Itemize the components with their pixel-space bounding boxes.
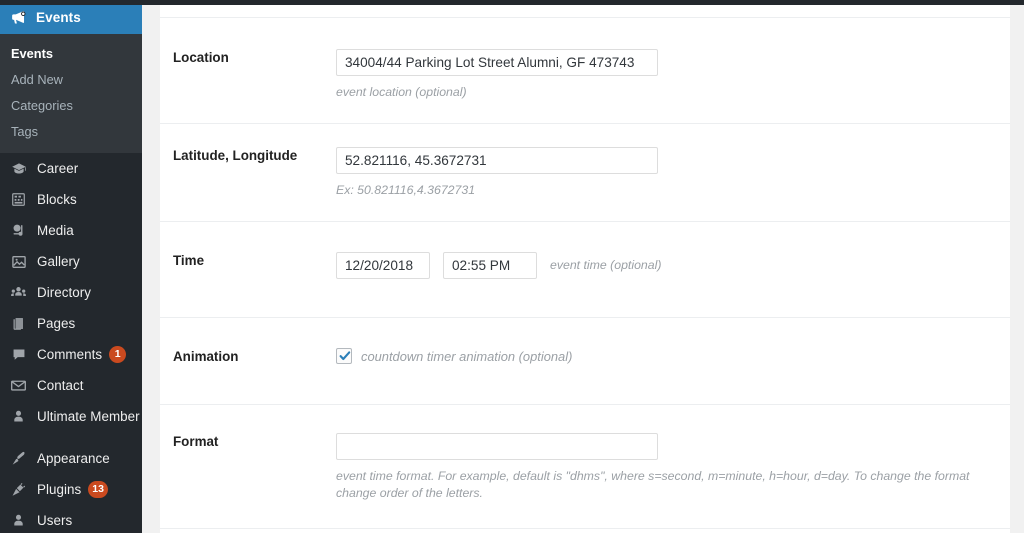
sidebar-item-label: Events (36, 9, 81, 25)
media-icon (9, 221, 28, 240)
megaphone-icon (9, 8, 28, 27)
graduation-cap-icon (9, 159, 28, 178)
animation-label: Animation (173, 349, 239, 364)
envelope-icon (9, 376, 28, 395)
sidebar-item-label: Gallery (37, 254, 80, 269)
wp-admin-screen: Events Events Add New Categories Tags Ca… (0, 0, 1024, 533)
directory-users-icon (9, 283, 28, 302)
submenu-item-label: Categories (11, 97, 73, 113)
format-field-wrap: event time format. For example, default … (336, 433, 1010, 502)
user-icon (9, 511, 28, 530)
paintbrush-icon (9, 449, 28, 468)
animation-field-wrap: countdown timer animation (optional) (336, 348, 1010, 364)
plugins-count-badge: 13 (88, 481, 108, 498)
location-field-wrap: event location (optional) (336, 49, 1010, 101)
latlng-input[interactable] (336, 147, 658, 174)
field-row-time: Time event time (optional) (160, 222, 1010, 317)
submenu-item-label: Events (11, 45, 53, 61)
sidebar-item-label: Ultimate Member (37, 409, 140, 424)
sidebar-item-label: Appearance (37, 451, 110, 466)
latlng-field-wrap: Ex: 50.821116,4.3672731 (336, 147, 1010, 199)
user-icon (9, 407, 28, 426)
sidebar-item-label: Users (37, 513, 73, 528)
time-label: Time (173, 253, 205, 268)
plug-icon (9, 480, 28, 499)
sidebar-item-label: Directory (37, 285, 92, 300)
blocks-icon (9, 190, 28, 209)
row-divider (160, 528, 1010, 529)
field-row-latlng: Latitude, Longitude Ex: 50.821116,4.3672… (160, 124, 1010, 221)
gallery-image-icon (9, 252, 28, 271)
pages-icon (9, 314, 28, 333)
event-settings-panel: Location event location (optional) Latit… (160, 0, 1010, 533)
countdown-animation-label: countdown timer animation (optional) (361, 348, 573, 364)
field-row-animation: Animation countdown timer animation (opt… (160, 318, 1010, 404)
sidebar-item-label: Contact (37, 378, 84, 393)
submenu-item-categories[interactable]: Categories (0, 92, 142, 118)
page-right-margin (1010, 0, 1024, 533)
sidebar-item-plugins[interactable]: Plugins 13 (0, 474, 142, 505)
sidebar-item-directory[interactable]: Directory (0, 277, 142, 308)
location-hint: event location (optional) (336, 85, 467, 99)
submenu-item-label: Add New (11, 71, 63, 87)
sidebar-item-users[interactable]: Users (0, 505, 142, 533)
admin-sidebar: Events Events Add New Categories Tags Ca… (0, 0, 142, 533)
format-label: Format (173, 434, 219, 449)
sidebar-item-career[interactable]: Career (0, 153, 142, 184)
sidebar-content-gutter (142, 0, 160, 533)
format-input[interactable] (336, 433, 658, 460)
time-field-wrap: event time (optional) (336, 252, 1010, 279)
sidebar-item-contact[interactable]: Contact (0, 370, 142, 401)
field-row-location: Location event location (optional) (160, 18, 1010, 123)
sidebar-item-media[interactable]: Media (0, 215, 142, 246)
admin-bar-strip (0, 0, 1024, 5)
field-row-format: Format event time format. For example, d… (160, 405, 1010, 528)
submenu-item-label: Tags (11, 123, 39, 139)
submenu-item-tags[interactable]: Tags (0, 118, 142, 144)
event-date-input[interactable] (336, 252, 430, 279)
sidebar-item-blocks[interactable]: Blocks (0, 184, 142, 215)
format-hint: event time format. For example, default … (336, 469, 970, 500)
sidebar-item-gallery[interactable]: Gallery (0, 246, 142, 277)
sidebar-item-events[interactable]: Events (0, 0, 142, 34)
sidebar-item-label: Plugins (37, 482, 82, 497)
event-time-input[interactable] (443, 252, 537, 279)
sidebar-item-ultimate-member[interactable]: Ultimate Member (0, 401, 142, 432)
latlng-hint: Ex: 50.821116,4.3672731 (336, 183, 476, 197)
sidebar-group-divider (0, 432, 142, 443)
submenu-item-add-new[interactable]: Add New (0, 66, 142, 92)
location-label: Location (173, 50, 229, 65)
sidebar-item-label: Career (37, 161, 79, 176)
sidebar-item-label: Media (37, 223, 74, 238)
sidebar-item-label: Pages (37, 316, 76, 331)
countdown-animation-checkbox[interactable] (336, 348, 352, 364)
sidebar-item-appearance[interactable]: Appearance (0, 443, 142, 474)
sidebar-item-label: Blocks (37, 192, 77, 207)
events-submenu: Events Add New Categories Tags (0, 34, 142, 153)
location-input[interactable] (336, 49, 658, 76)
time-hint: event time (optional) (550, 258, 662, 272)
comments-count-badge: 1 (109, 346, 127, 363)
comment-bubble-icon (9, 345, 28, 364)
submenu-item-events[interactable]: Events (0, 40, 142, 66)
latlng-label: Latitude, Longitude (173, 148, 298, 163)
sidebar-item-comments[interactable]: Comments 1 (0, 339, 142, 370)
sidebar-item-pages[interactable]: Pages (0, 308, 142, 339)
sidebar-item-label: Comments (37, 347, 103, 362)
